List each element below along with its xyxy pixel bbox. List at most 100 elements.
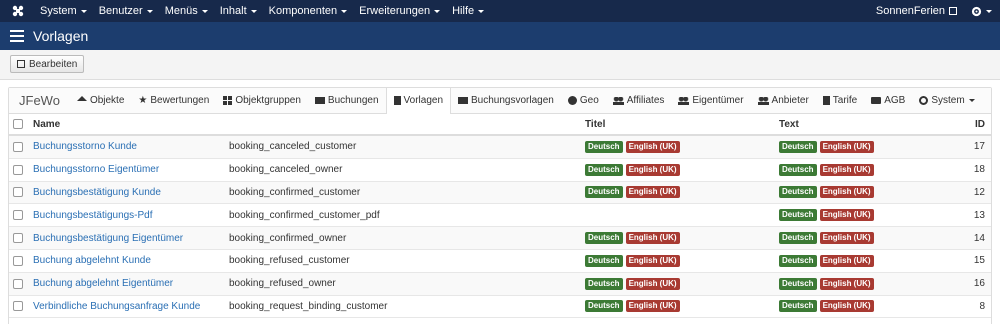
titel-languages: Deutsch English (UK) — [585, 232, 683, 245]
row-checkbox[interactable] — [13, 141, 23, 152]
user-menu-gear[interactable] — [971, 6, 992, 17]
badge-english[interactable]: English (UK) — [625, 254, 680, 267]
menu-menues[interactable]: Menüs — [159, 0, 214, 22]
caret-down-icon — [341, 9, 348, 13]
nav-eigentuemer[interactable]: Eigentümer — [671, 88, 750, 114]
badge-english[interactable]: English (UK) — [819, 232, 874, 245]
badge-deutsch[interactable]: Deutsch — [779, 140, 817, 153]
badge-english[interactable]: English (UK) — [625, 186, 680, 199]
template-name-link[interactable]: Buchung abgelehnt Kunde — [33, 255, 151, 266]
badge-deutsch[interactable]: Deutsch — [585, 163, 623, 176]
header-text[interactable]: Text — [779, 119, 799, 130]
menu-system[interactable]: System — [34, 0, 93, 22]
badge-english[interactable]: English (UK) — [819, 254, 874, 267]
badge-deutsch[interactable]: Deutsch — [585, 277, 623, 290]
badge-deutsch[interactable]: Deutsch — [779, 254, 817, 267]
header-titel[interactable]: Titel — [585, 119, 605, 130]
select-all-checkbox[interactable] — [13, 119, 23, 129]
page-title: Vorlagen — [33, 28, 89, 44]
badge-english[interactable]: English (UK) — [625, 232, 680, 245]
joomla-logo-icon[interactable] — [8, 0, 28, 22]
template-id: 13 — [973, 209, 985, 221]
row-checkbox[interactable] — [13, 301, 23, 312]
badge-english[interactable]: English (UK) — [819, 277, 874, 290]
nav-vorlagen[interactable]: Vorlagen — [385, 87, 452, 114]
nav-objekte[interactable]: Objekte — [70, 88, 131, 114]
folder-icon — [871, 97, 882, 104]
text-languages: Deutsch English (UK) — [779, 140, 877, 153]
header-name[interactable]: Name — [33, 119, 60, 130]
component-nav: JFeWo Objekte ★ Bewertungen Objektgruppen… — [9, 87, 991, 114]
badge-deutsch[interactable]: Deutsch — [779, 186, 817, 199]
template-name-link[interactable]: Buchungsstorno Kunde — [33, 141, 137, 152]
edit-icon — [17, 60, 25, 68]
nav-system[interactable]: System — [912, 88, 981, 114]
row-checkbox[interactable] — [13, 210, 23, 221]
badge-deutsch[interactable]: Deutsch — [585, 232, 623, 245]
badge-deutsch[interactable]: Deutsch — [779, 232, 817, 245]
nav-buchungsvorlagen[interactable]: Buchungsvorlagen — [451, 88, 561, 114]
template-key: booking_refused_owner — [229, 278, 336, 290]
toolbar — [0, 50, 1000, 80]
nav-agb[interactable]: AGB — [864, 88, 912, 114]
titel-languages: Deutsch English (UK) — [585, 300, 683, 313]
top-right-area: SonnenFerien — [876, 0, 992, 22]
badge-english[interactable]: English (UK) — [819, 300, 874, 313]
template-name-link[interactable]: Buchungsbestätigung Eigentümer — [33, 233, 183, 244]
template-name-link[interactable]: Verbindliche Buchungsanfrage Kunde — [33, 301, 200, 312]
site-link[interactable]: SonnenFerien — [876, 5, 957, 17]
nav-anbieter[interactable]: Anbieter — [751, 88, 816, 114]
badge-english[interactable]: English (UK) — [625, 300, 680, 313]
template-name-link[interactable]: Buchung abgelehnt Eigentümer — [33, 278, 173, 289]
badge-english[interactable]: English (UK) — [625, 163, 680, 176]
badge-english[interactable]: English (UK) — [625, 140, 680, 153]
badge-deutsch[interactable]: Deutsch — [585, 254, 623, 267]
edit-button[interactable]: Bearbeiten — [10, 55, 85, 73]
text-languages: Deutsch English (UK) — [779, 232, 877, 245]
template-name-link[interactable]: Buchungsbestätigungs-Pdf — [33, 210, 153, 221]
nav-objektgruppen[interactable]: Objektgruppen — [216, 88, 308, 114]
menu-inhalt[interactable]: Inhalt — [214, 0, 263, 22]
menu-hilfe[interactable]: Hilfe — [446, 0, 490, 22]
template-name-link[interactable]: Buchungsstorno Eigentümer — [33, 164, 159, 175]
badge-deutsch[interactable]: Deutsch — [779, 163, 817, 176]
badge-english[interactable]: English (UK) — [625, 277, 680, 290]
external-link-icon — [949, 7, 957, 15]
badge-deutsch[interactable]: Deutsch — [585, 186, 623, 199]
envelope-icon — [314, 97, 325, 104]
menu-erweiterungen[interactable]: Erweiterungen — [353, 0, 446, 22]
nav-buchungen[interactable]: Buchungen — [308, 88, 386, 114]
caret-down-icon — [201, 9, 208, 13]
caret-down-icon — [478, 9, 485, 13]
row-checkbox[interactable] — [13, 187, 23, 198]
menu-komponenten[interactable]: Komponenten — [263, 0, 354, 22]
text-languages: Deutsch English (UK) — [779, 186, 877, 199]
header-id[interactable]: ID — [975, 119, 985, 130]
title-bar: Vorlagen — [0, 22, 1000, 50]
template-key: booking_confirmed_owner — [229, 232, 347, 244]
badge-english[interactable]: English (UK) — [819, 209, 874, 222]
badge-deutsch[interactable]: Deutsch — [585, 140, 623, 153]
nav-tarife[interactable]: Tarife — [816, 88, 864, 114]
badge-english[interactable]: English (UK) — [819, 163, 874, 176]
row-checkbox[interactable] — [13, 255, 23, 266]
menu-benutzer[interactable]: Benutzer — [93, 0, 159, 22]
table-body: Buchungsstorno Kunde booking_canceled_cu… — [9, 136, 991, 319]
badge-deutsch[interactable]: Deutsch — [585, 300, 623, 313]
row-checkbox[interactable] — [13, 278, 23, 289]
nav-affiliates[interactable]: Affiliates — [606, 88, 672, 114]
templates-table: Name Titel Text ID Buchungsstorno Kunde … — [9, 114, 991, 319]
badge-english[interactable]: English (UK) — [819, 186, 874, 199]
nav-geo[interactable]: Geo — [561, 88, 606, 114]
badge-deutsch[interactable]: Deutsch — [779, 277, 817, 290]
badge-english[interactable]: English (UK) — [819, 140, 874, 153]
nav-bewertungen[interactable]: ★ Bewertungen — [131, 88, 216, 114]
row-checkbox[interactable] — [13, 164, 23, 175]
globe-icon — [567, 96, 577, 105]
brand[interactable]: JFeWo — [9, 93, 70, 108]
template-name-link[interactable]: Buchungsbestätigung Kunde — [33, 187, 161, 198]
badge-deutsch[interactable]: Deutsch — [779, 209, 817, 222]
table-header: Name Titel Text ID — [9, 114, 991, 136]
row-checkbox[interactable] — [13, 233, 23, 244]
badge-deutsch[interactable]: Deutsch — [779, 300, 817, 313]
